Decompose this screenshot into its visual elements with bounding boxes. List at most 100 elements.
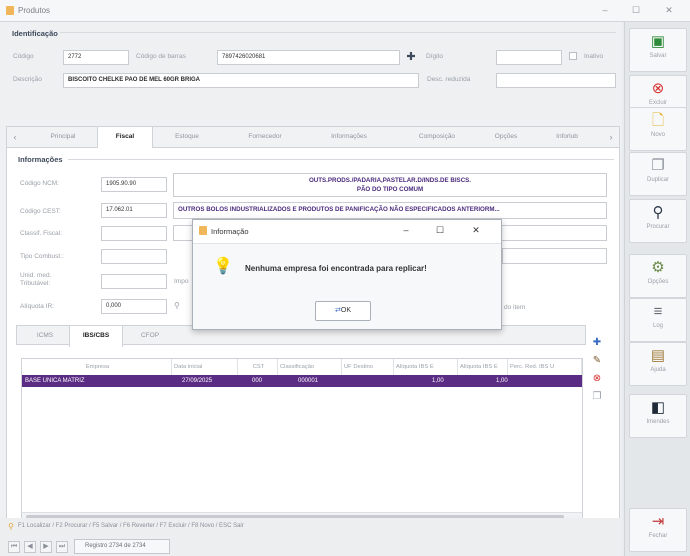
add-row-icon[interactable]: ✚ <box>590 336 604 350</box>
dialog-maximize-button[interactable]: ☐ <box>433 225 447 236</box>
grid-header-empresa[interactable]: Empresa <box>22 359 172 375</box>
dialog-close-button[interactable]: ✕ <box>469 225 483 236</box>
descricao-field[interactable]: BISCOITO CHELKE PAO DE MEL 60GR BRIGA <box>63 73 419 88</box>
last-record-icon[interactable]: ⏭ <box>56 541 68 553</box>
informacoes-section-label: Informações <box>18 155 63 164</box>
cell-aliquota-2: 1,00 <box>496 378 508 384</box>
tab-scroll-right-icon[interactable]: › <box>605 127 617 147</box>
options-icon: ⚙ <box>651 259 665 276</box>
table-row[interactable]: BASE UNICA MATRIZ 27/09/2025 000 000001 … <box>22 375 582 387</box>
codigo-barras-field[interactable]: 7897426020681 <box>217 50 400 65</box>
delete-row-icon[interactable]: ⊗ <box>590 372 604 386</box>
next-record-icon[interactable]: ▶ <box>40 541 52 553</box>
previous-record-icon[interactable]: ◀ <box>24 541 36 553</box>
tab-opcoes[interactable]: Opções <box>481 127 531 147</box>
dialog-title: Informação <box>211 227 249 236</box>
maximize-button[interactable]: ☐ <box>627 3 645 18</box>
minimize-button[interactable]: – <box>596 3 614 18</box>
identificacao-section-label: Identificação <box>12 29 58 38</box>
fechar-button[interactable]: ⇥ Fechar <box>629 508 687 552</box>
information-dialog: Informação – ☐ ✕ 💡 Nenhuma empresa foi e… <box>192 219 502 330</box>
duplicar-button[interactable]: ❐ Duplicar <box>629 152 687 196</box>
novo-button[interactable]: 🗋 Novo <box>629 107 687 151</box>
digito-field[interactable] <box>496 50 562 65</box>
tab-informacoes[interactable]: Informações <box>307 127 391 147</box>
grid-header-perc-red-ibs[interactable]: Perc. Red. IBS U <box>508 359 582 375</box>
inativo-checkbox[interactable] <box>569 52 577 60</box>
duplicate-icon: ❐ <box>651 157 665 174</box>
grid-header-data-inicial[interactable]: Data inicial <box>172 359 238 375</box>
aliquota-ir-label: Alíquota IR: <box>20 303 54 310</box>
tab-scroll-left-icon[interactable]: ‹ <box>9 127 21 147</box>
cell-uf-destino <box>352 375 392 387</box>
window-title: Produtos <box>18 6 51 15</box>
cell-data-inicial: 27/09/2025 <box>182 378 213 384</box>
ncm-description-line1: OUTS.PRODS./PADARIA,PASTELAR.D/INDS.DE B… <box>308 177 472 184</box>
ajuda-button[interactable]: ▤ Ajuda <box>629 342 687 386</box>
ok-button[interactable]: ⇄OK <box>315 301 371 321</box>
import-label: Impo <box>174 278 189 285</box>
status-bar: ⚲ F1 Localizar / F2 Procurar / F5 Salvar… <box>0 518 622 556</box>
save-icon: ▣ <box>650 33 666 50</box>
desc-reduzida-label: Desc. reduzida <box>427 76 471 83</box>
cell-classificacao: 000001 <box>298 378 319 384</box>
tipo-combustivel-label: Tipo Combust.: <box>20 253 64 260</box>
cell-perc-red <box>522 375 580 387</box>
tab-principal[interactable]: Principal <box>29 127 97 147</box>
grid-header-cst[interactable]: CST <box>238 359 278 375</box>
log-button[interactable]: ≡ Log <box>629 298 687 342</box>
copy-row-icon[interactable]: ❐ <box>590 390 604 404</box>
salvar-button[interactable]: ▣ Salvar <box>629 28 687 72</box>
close-window-button[interactable]: ✕ <box>660 3 678 18</box>
window-title-bar: Produtos – ☐ ✕ <box>0 0 690 22</box>
lightbulb-icon: 💡 <box>213 258 233 275</box>
item-label: do item <box>504 304 526 311</box>
tab-fiscal[interactable]: Fiscal <box>97 127 153 148</box>
divider <box>68 159 614 160</box>
cest-description: OUTROS BOLOS INDUSTRIALIZADOS E PRODUTOS… <box>173 202 607 219</box>
dialog-message: Nenhuma empresa foi encontrada para repl… <box>245 264 427 273</box>
edit-row-icon[interactable]: ✎ <box>590 354 604 368</box>
tipo-combustivel-field[interactable] <box>101 249 167 264</box>
unid-tributavel-field[interactable] <box>101 274 167 289</box>
codigo-field[interactable]: 2772 <box>63 50 129 65</box>
tab-inforlub[interactable]: Inforlub <box>535 127 599 147</box>
tab-estoque[interactable]: Estoque <box>153 127 221 147</box>
tab-bar: ‹ Principal Fiscal Estoque Fornecedor In… <box>6 126 620 148</box>
opcoes-button[interactable]: ⚙ Opções <box>629 254 687 298</box>
add-barcode-icon[interactable]: ✚ <box>404 50 418 64</box>
dialog-app-icon <box>199 226 207 235</box>
tab-fornecedor[interactable]: Fornecedor <box>225 127 305 147</box>
subtab-cfop[interactable]: CFOP <box>127 326 173 346</box>
grid-header-uf-destino[interactable]: UF Destino <box>342 359 394 375</box>
subtab-icms[interactable]: ICMS <box>21 326 69 346</box>
app-icon <box>6 6 14 15</box>
procurar-button[interactable]: ⚲ Procurar <box>629 199 687 243</box>
ncm-label: Código NCM: <box>20 180 60 187</box>
desc-reduzida-field[interactable] <box>496 73 616 88</box>
grid-header-aliquota-ibs-e[interactable]: Alíquota IBS E <box>394 359 458 375</box>
first-record-icon[interactable]: ⏮ <box>8 541 20 553</box>
codigo-label: Código <box>13 53 34 60</box>
new-document-icon: 🗋 <box>651 112 665 129</box>
keyboard-icon: ⚲ <box>8 522 14 531</box>
ncm-field[interactable]: 1905.90.90 <box>101 177 167 192</box>
imendes-button[interactable]: ◧ Imendes <box>629 394 687 438</box>
subtab-ibs-cbs[interactable]: IBS/CBS <box>69 326 123 347</box>
digito-label: Dígito <box>426 53 443 60</box>
cest-field[interactable]: 17.062.01 <box>101 203 167 218</box>
divider <box>60 32 616 33</box>
search-icon: ⚲ <box>652 204 664 221</box>
exit-icon: ⇥ <box>651 513 665 530</box>
grid-header-aliquota-ibs-e-2[interactable]: Alíquota IBS E <box>458 359 508 375</box>
inativo-label: Inativo <box>584 53 604 60</box>
aliquota-ir-field[interactable]: 0,000 <box>101 299 167 314</box>
shortcuts-hint: F1 Localizar / F2 Procurar / F5 Salvar /… <box>18 523 244 529</box>
dialog-minimize-button[interactable]: – <box>399 225 413 235</box>
log-icon: ≡ <box>653 303 663 320</box>
ncm-description: OUTS.PRODS./PADARIA,PASTELAR.D/INDS.DE B… <box>173 173 607 197</box>
grid-header-classificacao[interactable]: Classificação <box>278 359 342 375</box>
tab-composicao[interactable]: Composição <box>395 127 479 147</box>
cell-cst: 000 <box>252 378 263 384</box>
classif-fiscal-field[interactable] <box>101 226 167 241</box>
